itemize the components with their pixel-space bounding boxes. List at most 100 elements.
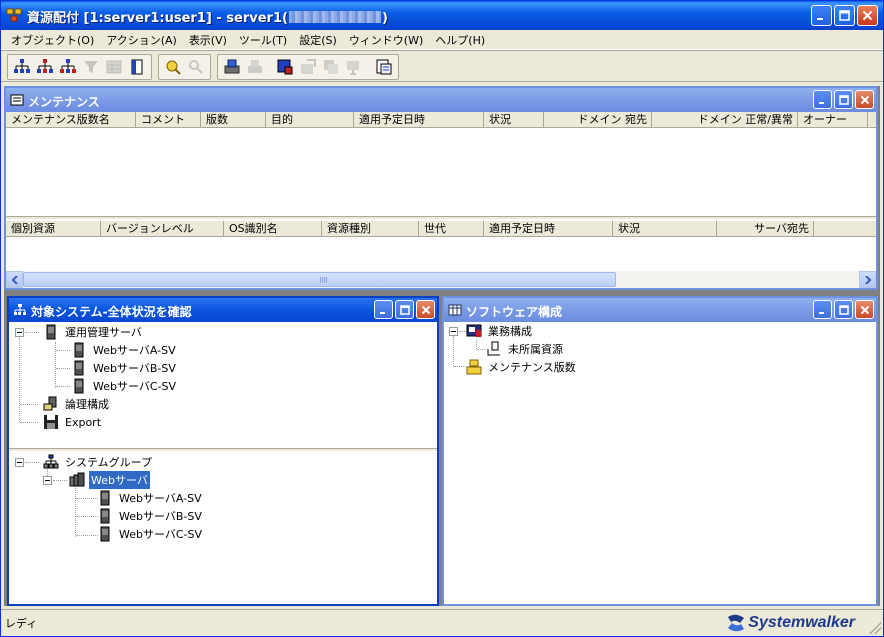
- tree-node-logical[interactable]: 論理構成: [43, 395, 111, 413]
- minimize-button[interactable]: [811, 5, 832, 26]
- tree-node-business-config[interactable]: 業務構成: [466, 322, 534, 340]
- software-close-button[interactable]: [855, 300, 874, 319]
- tree-view-button[interactable]: [11, 56, 33, 78]
- software-window[interactable]: ソフトウェア構成 業務構成 未所属資源 メンテナンス版数: [442, 296, 878, 606]
- tree-node-system-group[interactable]: システムグループ: [43, 453, 154, 471]
- collapse-toggle[interactable]: [449, 327, 458, 336]
- resize-grip[interactable]: [869, 622, 881, 634]
- system-window[interactable]: 対象システム-全体状況を確認 運用管理サーバ WebサーバA-SV Webサーバ…: [7, 296, 439, 606]
- menu-view[interactable]: 表示(V): [183, 32, 233, 48]
- transfer-alt-button[interactable]: [244, 56, 266, 78]
- column-header[interactable]: 適用予定日時: [354, 112, 484, 128]
- tree-node-server[interactable]: WebサーバA-SV: [71, 341, 178, 359]
- column-header[interactable]: バージョンレベル: [101, 221, 224, 237]
- window-blue-button[interactable]: [274, 56, 296, 78]
- software-maximize-button[interactable]: [834, 300, 853, 319]
- tree-node-unassigned[interactable]: 未所属資源: [486, 340, 565, 358]
- system-window-titlebar[interactable]: 対象システム-全体状況を確認: [9, 298, 437, 322]
- document-button[interactable]: [126, 56, 148, 78]
- maintenance-splitter[interactable]: [6, 216, 876, 220]
- tree-node-server[interactable]: WebサーバB-SV: [97, 507, 204, 525]
- system-splitter[interactable]: [9, 448, 437, 452]
- transfer-button[interactable]: [221, 56, 243, 78]
- column-header[interactable]: ドメイン 宛先: [544, 112, 652, 128]
- search-button[interactable]: [185, 56, 207, 78]
- properties-icon: [376, 59, 392, 74]
- column-header[interactable]: オーナー: [798, 112, 868, 128]
- tree-node-maintenance-version[interactable]: メンテナンス版数: [466, 358, 578, 376]
- apply-button[interactable]: [297, 56, 319, 78]
- column-header[interactable]: 個別資源: [6, 221, 101, 237]
- close-icon: [860, 95, 869, 104]
- stamp-button[interactable]: [343, 56, 365, 78]
- column-header[interactable]: サーバ宛先: [717, 221, 814, 237]
- filter-button[interactable]: [80, 56, 102, 78]
- system-maximize-button[interactable]: [395, 300, 414, 319]
- software-minimize-button[interactable]: [813, 300, 832, 319]
- column-header[interactable]: 状況: [613, 221, 717, 237]
- management-tree[interactable]: 運用管理サーバ WebサーバA-SV WebサーバB-SV WebサーバC-SV: [9, 322, 437, 452]
- scroll-thumb[interactable]: [23, 272, 616, 287]
- status-bar: レディ Systemwalker: [1, 609, 883, 636]
- software-config-icon: [448, 304, 462, 316]
- scroll-track[interactable]: [23, 271, 859, 288]
- tree-node-export[interactable]: Export: [43, 413, 103, 431]
- scroll-left-button[interactable]: [6, 271, 23, 288]
- collapse-toggle[interactable]: [15, 458, 24, 467]
- column-header[interactable]: 目的: [266, 112, 354, 128]
- maintenance-close-button[interactable]: [855, 90, 874, 109]
- maintenance-list-header: メンテナンス版数名 コメント 版数 目的 適用予定日時 状況 ドメイン 宛先 ド…: [6, 112, 876, 128]
- copy-button[interactable]: [320, 56, 342, 78]
- tree-node-management-server[interactable]: 運用管理サーバ: [43, 323, 144, 341]
- collapse-toggle[interactable]: [43, 476, 52, 485]
- menu-help[interactable]: ヘルプ(H): [429, 32, 491, 48]
- horizontal-scrollbar[interactable]: [6, 271, 876, 288]
- tree-node-web-group[interactable]: Webサーバ: [69, 471, 150, 489]
- menu-window[interactable]: ウィンドウ(W): [343, 32, 429, 48]
- menu-object[interactable]: オブジェクト(O): [5, 32, 100, 48]
- apply-icon: [301, 58, 316, 74]
- tree-alt-button[interactable]: [57, 56, 79, 78]
- column-header[interactable]: 世代: [419, 221, 484, 237]
- column-header[interactable]: 資源種別: [322, 221, 419, 237]
- system-group-tree[interactable]: システムグループ Webサーバ WebサーバA-SV WebサーバB-SV We…: [9, 453, 437, 604]
- transfer-alt-icon: [248, 59, 262, 73]
- tree-node-server[interactable]: WebサーバC-SV: [97, 525, 204, 543]
- title-bar[interactable]: 資源配付 [1:server1:user1] - server1(): [1, 1, 883, 30]
- maximize-button[interactable]: [834, 5, 855, 26]
- systemwalker-logo: Systemwalker: [725, 614, 855, 632]
- system-minimize-button[interactable]: [374, 300, 393, 319]
- grid-button[interactable]: [103, 56, 125, 78]
- software-window-titlebar[interactable]: ソフトウェア構成: [444, 298, 876, 322]
- properties-button[interactable]: [373, 56, 395, 78]
- column-header[interactable]: コメント: [136, 112, 201, 128]
- server-group-icon: [69, 472, 85, 487]
- column-header[interactable]: ドメイン 正常/異常: [652, 112, 798, 128]
- maintenance-window-titlebar[interactable]: メンテナンス: [6, 88, 876, 112]
- close-button[interactable]: [857, 5, 878, 26]
- mdi-client-area: メンテナンス メンテナンス版数名 コメント 版数 目的 適用予定日時 状況 ドメ…: [4, 86, 880, 606]
- tree-node-server[interactable]: WebサーバB-SV: [71, 359, 178, 377]
- maintenance-window[interactable]: メンテナンス メンテナンス版数名 コメント 版数 目的 適用予定日時 状況 ドメ…: [4, 86, 878, 290]
- software-tree[interactable]: 業務構成 未所属資源 メンテナンス版数: [444, 322, 876, 604]
- toolbar-group: [7, 53, 152, 80]
- column-header[interactable]: 版数: [201, 112, 266, 128]
- system-close-button[interactable]: [416, 300, 435, 319]
- scroll-right-button[interactable]: [859, 271, 876, 288]
- menu-action[interactable]: アクション(A): [100, 32, 183, 48]
- tree-red-button[interactable]: [34, 56, 56, 78]
- maintenance-maximize-button[interactable]: [834, 90, 853, 109]
- menu-tools[interactable]: ツール(T): [233, 32, 293, 48]
- column-header[interactable]: 状況: [484, 112, 544, 128]
- system-body: 運用管理サーバ WebサーバA-SV WebサーバB-SV WebサーバC-SV: [9, 322, 437, 604]
- tree-alt-icon: [60, 58, 76, 73]
- edit-button[interactable]: [162, 56, 184, 78]
- menu-settings[interactable]: 設定(S): [293, 32, 343, 48]
- tree-node-server[interactable]: WebサーバA-SV: [97, 489, 204, 507]
- column-header[interactable]: メンテナンス版数名: [6, 112, 136, 128]
- tree-node-server[interactable]: WebサーバC-SV: [71, 377, 178, 395]
- collapse-toggle[interactable]: [15, 328, 24, 337]
- column-header[interactable]: 適用予定日時: [484, 221, 613, 237]
- maintenance-minimize-button[interactable]: [813, 90, 832, 109]
- column-header[interactable]: OS識別名: [224, 221, 322, 237]
